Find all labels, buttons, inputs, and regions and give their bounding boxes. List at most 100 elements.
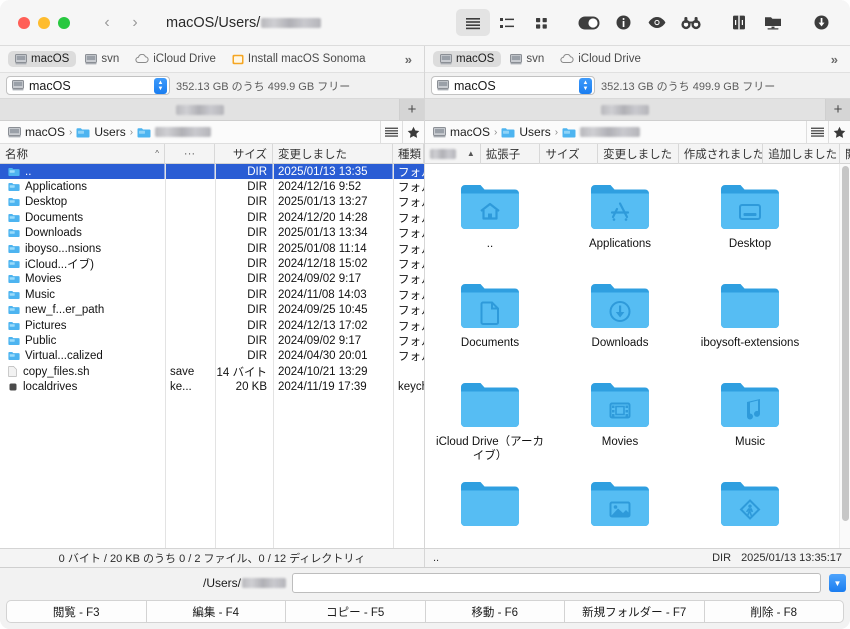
left-breadcrumb-macos[interactable]: macOS (8, 125, 65, 139)
right-col-1[interactable]: 拡張子 (481, 143, 541, 164)
edit-f4-button[interactable]: 編集 - F4 (145, 600, 285, 623)
table-row[interactable]: Downloads DIR 2025/01/13 13:34 フォルダ (0, 226, 424, 241)
icon-grid-item[interactable]: Documents (425, 273, 555, 372)
table-row[interactable]: Public DIR 2024/09/02 9:17 フォルダ (0, 333, 424, 348)
right-col-0[interactable]: ▲ (425, 143, 481, 164)
split-button[interactable] (722, 9, 756, 36)
table-row[interactable]: Desktop DIR 2025/01/13 13:27 フォルダ (0, 195, 424, 210)
icon-grid-item[interactable] (555, 471, 685, 548)
left-drive-tab-installer[interactable]: Install macOS Sonoma (225, 51, 373, 67)
right-favorite-button[interactable] (828, 120, 850, 144)
right-icon-view[interactable]: .. Applications Desktop Documents Downlo… (425, 164, 850, 548)
move-f6-button[interactable]: 移動 - F6 (424, 600, 564, 623)
icon-grid-item[interactable]: Downloads (555, 273, 685, 372)
left-favorite-button[interactable] (402, 120, 424, 144)
forward-button[interactable]: › (122, 10, 148, 36)
file-modified-cell: 2024/12/13 17:02 (278, 319, 368, 332)
right-breadcrumb-user[interactable] (562, 127, 641, 138)
icon-grid-item[interactable]: iboysoft-extensions (685, 273, 815, 372)
table-row[interactable]: Documents DIR 2024/12/20 14:28 フォルダ (0, 210, 424, 225)
right-drive-tab-svn[interactable]: svn (503, 51, 551, 67)
close-button[interactable] (18, 16, 30, 29)
zoom-button[interactable] (58, 16, 70, 29)
right-breadcrumb-menu-button[interactable] (806, 120, 828, 144)
file-name-cell: localdrives (0, 379, 165, 394)
list-view-button[interactable] (456, 9, 490, 36)
back-button[interactable]: ‹ (94, 10, 120, 36)
table-row[interactable]: copy_files.sh save 14 バイト 2024/10/21 13:… (0, 364, 424, 379)
newfolder-f7-button[interactable]: 新規フォルダー - F7 (564, 600, 704, 623)
left-drive-stepper[interactable]: ▲ ▼ (154, 77, 167, 94)
left-breadcrumb-menu-button[interactable] (380, 120, 402, 144)
network-folder-button[interactable] (756, 9, 790, 36)
copy-f5-button[interactable]: コピー - F5 (285, 600, 425, 623)
table-row[interactable]: Pictures DIR 2024/12/13 17:02 フォルダ (0, 318, 424, 333)
icon-grid-item[interactable]: iCloud Drive（アーカイブ） (425, 372, 555, 471)
left-drive-tab-svn[interactable]: svn (78, 51, 126, 67)
table-row[interactable]: new_f...er_path DIR 2024/09/25 10:45 フォル… (0, 303, 424, 318)
left-col-size[interactable]: サイズ (215, 143, 273, 164)
file-name-cell: Applications (0, 179, 165, 194)
grid-view-button[interactable] (524, 9, 558, 36)
right-vertical-scrollbar[interactable] (839, 164, 850, 548)
icon-grid-item[interactable]: Applications (555, 174, 685, 273)
right-drive-tab-macos[interactable]: macOS (433, 51, 502, 67)
table-row[interactable]: .. DIR 2025/01/13 13:35 フォルダ (0, 164, 424, 180)
toggle-switch-icon (578, 16, 600, 30)
right-col-6[interactable]: 開きました (840, 144, 850, 164)
toggle-button[interactable] (572, 9, 606, 36)
right-drive-stepper[interactable]: ▲ ▼ (579, 77, 592, 94)
right-breadcrumb-macos[interactable]: macOS (433, 125, 490, 139)
left-add-tab-button[interactable]: + (400, 99, 424, 120)
left-breadcrumb-users[interactable]: Users (76, 125, 126, 139)
detail-view-button[interactable] (490, 9, 524, 36)
delete-f8-button[interactable]: 削除 - F8 (703, 600, 844, 623)
table-row[interactable]: Virtual...calized DIR 2024/04/30 20:01 フ… (0, 349, 424, 364)
left-drive-tab-macos[interactable]: macOS (8, 51, 77, 67)
icon-grid-item[interactable]: Music (685, 372, 815, 471)
icon-grid-item[interactable]: .. (425, 174, 555, 273)
right-col-3[interactable]: 変更しました (598, 143, 679, 164)
left-drive-tab-icloud[interactable]: iCloud Drive (128, 51, 223, 67)
command-input[interactable] (292, 573, 821, 593)
left-file-list[interactable]: .. DIR 2025/01/13 13:35 フォルダ Application… (0, 164, 424, 548)
right-folder-tab[interactable] (425, 99, 826, 120)
download-button[interactable] (804, 9, 838, 36)
compare-button[interactable] (674, 9, 708, 36)
table-row[interactable]: Applications DIR 2024/12/16 9:52 フォルダ (0, 179, 424, 194)
left-drive-selector[interactable]: macOS ▲ ▼ (6, 76, 170, 95)
left-pane: macOS svn iCloud Drive Install macOS Son… (0, 46, 425, 548)
table-row[interactable]: iCloud...イブ) DIR 2024/12/18 15:02 フォルダ (0, 256, 424, 271)
right-drive-tab-icloud[interactable]: iCloud Drive (553, 51, 648, 67)
minimize-button[interactable] (38, 16, 50, 29)
right-add-tab-button[interactable]: + (826, 99, 850, 120)
right-col-label: 追加しました (768, 148, 838, 161)
right-col-2[interactable]: サイズ (540, 143, 599, 164)
table-row[interactable]: Movies DIR 2024/09/02 9:17 フォルダ (0, 272, 424, 287)
left-drive-tabs-overflow[interactable]: » (397, 52, 420, 67)
right-col-4[interactable]: 作成されました (679, 143, 764, 164)
file-kind-cell: フォルダ (398, 274, 424, 287)
icon-grid-item[interactable]: Desktop (685, 174, 815, 273)
command-history-dropdown[interactable]: ▼ (829, 574, 846, 592)
icon-grid-item[interactable] (425, 471, 555, 548)
icon-grid-item[interactable]: Movies (555, 372, 685, 471)
right-col-5[interactable]: 追加しました (763, 143, 840, 164)
table-row[interactable]: Music DIR 2024/11/08 14:03 フォルダ (0, 287, 424, 302)
icon-grid-item[interactable] (685, 471, 815, 548)
left-col-name[interactable]: 名称 ^ (0, 143, 165, 164)
left-col-modified[interactable]: 変更しました (273, 143, 393, 164)
left-col-ext[interactable]: ··· (165, 143, 215, 164)
view-f3-button[interactable]: 閲覧 - F3 (6, 600, 146, 623)
right-breadcrumb-users[interactable]: Users (501, 125, 551, 139)
right-drive-tabs-overflow[interactable]: » (823, 52, 846, 67)
preview-button[interactable] (640, 9, 674, 36)
info-button[interactable] (606, 9, 640, 36)
right-drive-selector[interactable]: macOS ▲ ▼ (431, 76, 595, 95)
left-breadcrumb-user[interactable] (137, 127, 212, 138)
scrollbar-thumb[interactable] (842, 166, 849, 521)
left-folder-tab[interactable] (0, 99, 400, 120)
table-row[interactable]: iboyso...nsions DIR 2025/01/08 11:14 フォル… (0, 241, 424, 256)
left-col-kind[interactable]: 種類 (393, 143, 424, 164)
table-row[interactable]: localdrives ke... 20 KB 2024/11/19 17:39… (0, 379, 424, 394)
